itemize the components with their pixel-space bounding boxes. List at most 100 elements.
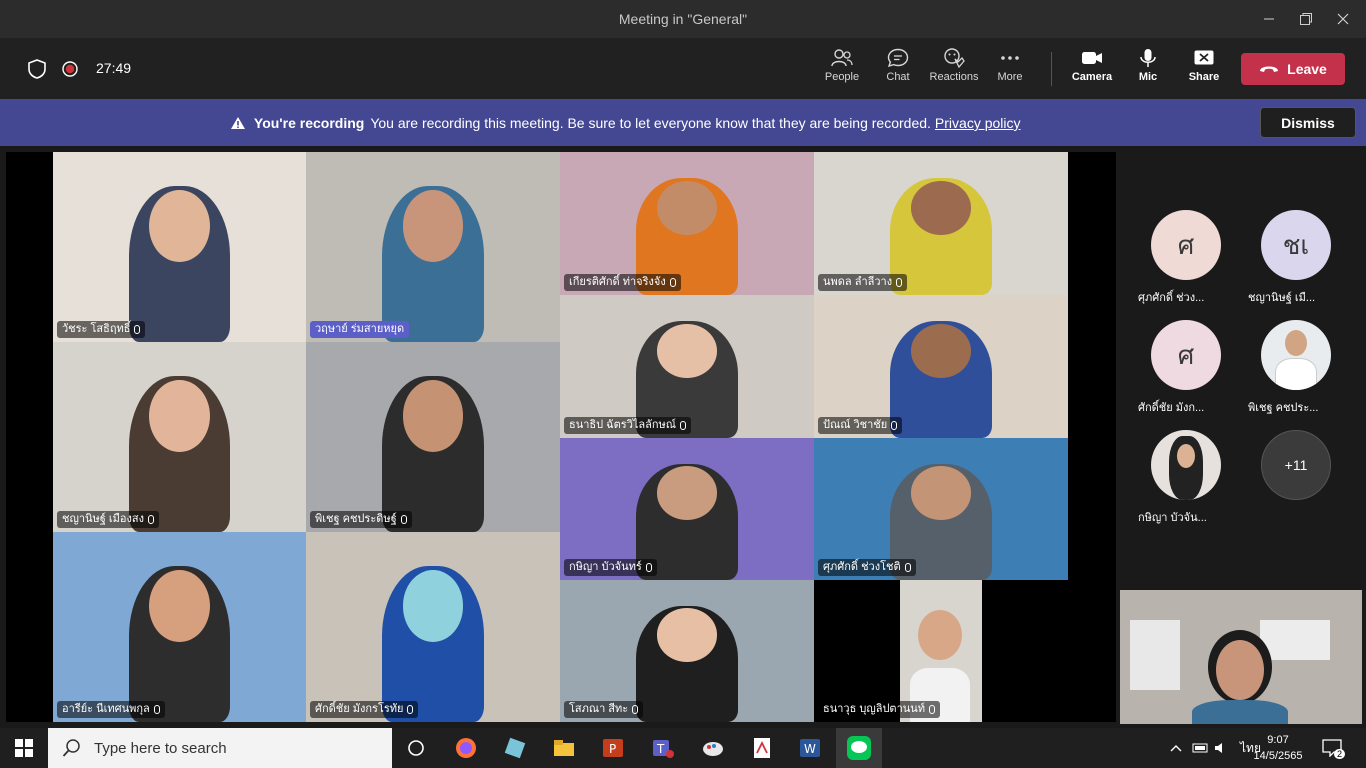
leave-label: Leave (1287, 61, 1327, 77)
participant-name-tag: ศักดิ์ชัย มังกรโรทัย (310, 701, 419, 718)
video-tile[interactable]: ชญานิษฐ์ เมืองสง (53, 342, 306, 532)
video-tile[interactable]: กษิญา บัวจันทร์ (560, 438, 814, 580)
video-tile[interactable]: วฤษาย์ ร่มสายหยุด (306, 152, 560, 342)
participant-name-tag: ปัณณ์ วิชาชัย (818, 417, 903, 434)
taskbar-clock[interactable]: 9:07 14/5/2565 (1250, 732, 1306, 764)
minimize-icon (1264, 18, 1274, 20)
app-shortcut[interactable] (497, 732, 533, 764)
self-video-preview[interactable] (1120, 590, 1362, 724)
shield-icon[interactable] (28, 59, 46, 84)
line-app[interactable] (836, 728, 882, 768)
recording-banner: You're recording You are recording this m… (0, 99, 1366, 146)
people-button[interactable]: People (814, 48, 870, 92)
microphone-icon (680, 421, 687, 430)
video-tile[interactable]: ธนาวุธ บุญลิปตานนท์ (814, 580, 1068, 722)
close-icon (1337, 13, 1349, 25)
notification-count: 2 (1334, 749, 1346, 759)
people-icon (831, 49, 853, 67)
word-app[interactable]: W (792, 732, 828, 764)
recording-indicator-icon (62, 61, 78, 82)
camera-button[interactable]: Camera (1064, 48, 1120, 92)
video-tile[interactable]: นพดล ลำลีวาง (814, 152, 1068, 295)
firefox-app[interactable] (448, 732, 484, 764)
participant-name-tag: ศุภศักดิ์ ช่วงโชติ (818, 559, 916, 576)
participant-name-tag: วัชระ โสธิฤทธิ์ (57, 321, 146, 338)
avatar-name: กษิญา บัวจัน... (1138, 512, 1207, 524)
file-explorer-app[interactable] (546, 732, 582, 764)
word-icon: W (800, 739, 820, 757)
participant-name-tag: ธนาธิป ฉัตรวิไลลักษณ์ (564, 417, 692, 434)
task-view-button[interactable] (398, 732, 434, 764)
microphone-icon (645, 563, 652, 572)
avatar-name: ศักดิ์ชัย มังก... (1138, 402, 1205, 414)
banner-message: You're recording You are recording this m… (230, 115, 1021, 131)
avatar[interactable]: ศ (1151, 210, 1221, 280)
video-grid: วัชระ โสธิฤทธิ์ วฤษาย์ ร่มสายหยุด ชญานิษ… (6, 152, 1116, 722)
acrobat-app[interactable] (744, 732, 780, 764)
pdf-icon (754, 738, 770, 758)
chevron-up-icon[interactable] (1170, 743, 1182, 753)
video-tile[interactable]: ศุภศักดิ์ ช่วงโชติ (814, 438, 1068, 580)
video-tile[interactable]: วัชระ โสธิฤทธิ์ (53, 152, 306, 342)
video-tile[interactable]: พิเชฐ คชประดิษฐ์ (306, 342, 560, 532)
teams-app[interactable]: T (645, 732, 681, 764)
privacy-policy-link[interactable]: Privacy policy (935, 115, 1021, 131)
share-screen-icon (1194, 50, 1214, 65)
participant-name-tag: เกียรติศักดิ์ ท่าจริงจัง (564, 274, 681, 291)
camera-label: Camera (1071, 71, 1113, 83)
camera-icon (1082, 52, 1102, 64)
more-button[interactable]: More (982, 48, 1038, 92)
video-tile[interactable]: ธนาธิป ฉัตรวิไลลักษณ์ (560, 295, 814, 438)
share-button[interactable]: Share (1176, 48, 1232, 92)
close-window-button[interactable] (1324, 0, 1362, 38)
banner-text: You are recording this meeting. Be sure … (370, 115, 931, 131)
participant-name-tag: อารีย์ะ นีเทศนพกุล (57, 701, 165, 718)
more-participants-button[interactable]: +11 (1261, 430, 1331, 500)
toolbar-divider (1051, 52, 1052, 86)
line-icon (847, 736, 871, 760)
chat-label: Chat (886, 71, 910, 83)
paint-palette-icon (703, 742, 723, 756)
microphone-icon (929, 705, 936, 714)
participant-name-tag: ชญานิษฐ์ เมืองสง (57, 511, 159, 528)
svg-text:T: T (656, 742, 665, 756)
avatar-name: พิเชฐ คชประ... (1248, 402, 1319, 414)
window-title: Meeting in "General" (618, 11, 748, 27)
microphone-icon (134, 325, 141, 334)
leave-button[interactable]: Leave (1241, 53, 1345, 85)
svg-text:P: P (609, 742, 616, 756)
people-label: People (824, 71, 860, 83)
avatar[interactable] (1151, 430, 1221, 500)
powerpoint-app[interactable]: P (595, 732, 631, 764)
mic-button[interactable]: Mic (1120, 48, 1176, 92)
participant-name-tag: ธนาวุธ บุญลิปตานนท์ (818, 701, 941, 718)
share-label: Share (1188, 71, 1220, 83)
minimize-button[interactable] (1250, 0, 1288, 38)
task-view-icon (408, 740, 424, 756)
notification-center-button[interactable]: 2 (1322, 728, 1353, 768)
folder-icon (554, 740, 574, 756)
video-tile[interactable]: ปัณณ์ วิชาชัย (814, 295, 1068, 438)
more-dots-icon (1001, 56, 1019, 60)
video-tile[interactable]: อารีย์ะ นีเทศนพกุล (53, 532, 306, 722)
svg-text:W: W (804, 742, 816, 756)
video-tile[interactable]: ศักดิ์ชัย มังกรโรทัย (306, 532, 560, 722)
avatar[interactable]: ชเ (1261, 210, 1331, 280)
video-tile[interactable]: เกียรติศักดิ์ ท่าจริงจัง (560, 152, 814, 295)
windows-logo-icon (15, 739, 33, 757)
paint-app[interactable] (695, 732, 731, 764)
dismiss-button[interactable]: Dismiss (1260, 107, 1356, 138)
chat-button[interactable]: Chat (870, 48, 926, 92)
avatar[interactable] (1261, 320, 1331, 390)
taskbar-search[interactable]: Type here to search (48, 728, 392, 768)
network-icon[interactable] (1192, 742, 1208, 754)
video-tile[interactable]: โสภณา สีทะ (560, 580, 814, 722)
avatar[interactable]: ศ (1151, 320, 1221, 390)
volume-icon[interactable] (1214, 741, 1230, 755)
reactions-button[interactable]: Reactions (926, 48, 982, 92)
restore-icon (1300, 13, 1312, 25)
microphone-icon (153, 705, 160, 714)
participant-sidebar: ศ ศุภศักดิ์ ช่วง... ชเ ชญานิษฐ์ เมื... ศ… (1120, 152, 1366, 588)
maximize-button[interactable] (1287, 0, 1325, 38)
start-button[interactable] (0, 728, 48, 768)
